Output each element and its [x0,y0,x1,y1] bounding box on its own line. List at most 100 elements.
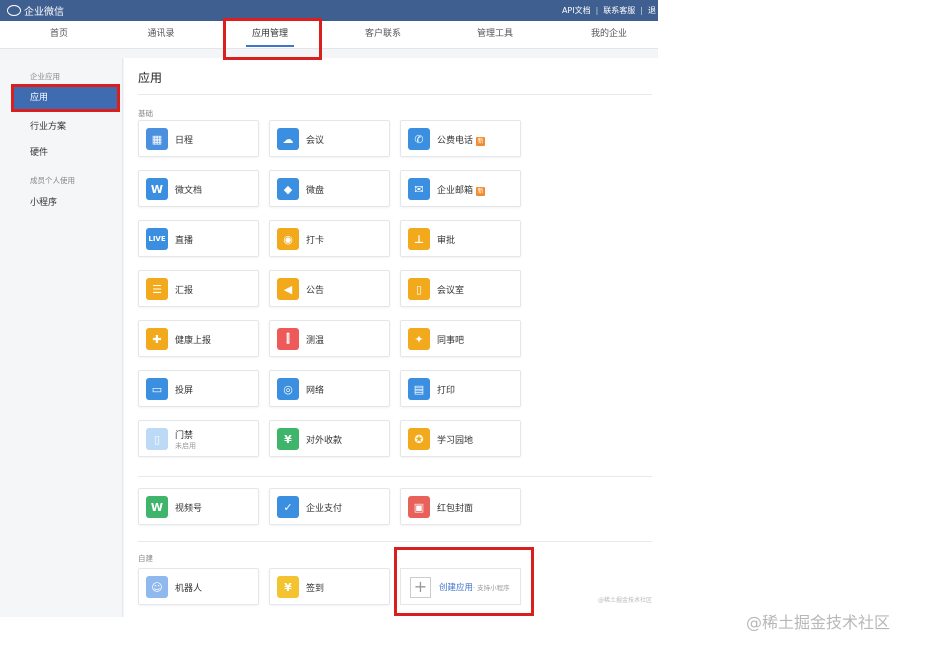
cloud-meeting-icon: ☁ [277,128,299,150]
app-name: 日程 [175,136,194,146]
sidebar-item-label: 应用 [30,93,49,103]
app-card-cast[interactable]: ▭ 投屏 [138,370,259,407]
support-link[interactable]: 联系客服 [603,5,635,16]
create-app-hint: · 支持小程序 [473,584,510,592]
app-card-label: 健康上报 [175,333,211,346]
tab-label: 通讯录 [147,29,175,39]
app-card-w-doc[interactable]: W 微文档 [138,170,259,207]
app-card-video-channel[interactable]: W 视频号 [138,488,259,525]
app-name: 学习园地 [437,436,474,446]
app-card-live[interactable]: LIVE 直播 [138,220,259,257]
app-card-label: 视频号 [175,501,202,514]
wifi-icon: ◎ [277,378,299,400]
tab-my-enterprise[interactable]: 我的企业 [591,21,627,48]
app-card-checkin[interactable]: ¥ 签到 [269,568,390,605]
app-card-label: 学习园地 [437,433,473,446]
sidebar-item-hardware[interactable]: 硬件 [30,145,48,158]
app-name: 机器人 [175,584,203,594]
divider: | [640,6,643,15]
app-card-label: 红包封面 [437,501,473,514]
app-card-label: 日程 [175,133,193,146]
app-card-label: 测温 [306,333,324,346]
app-card-phone[interactable]: ✆ 公费电话新 [400,120,521,157]
tab-label: 应用管理 [251,29,289,39]
app-card-label: 公费电话新 [437,133,486,146]
app-card-label: 投屏 [175,383,193,396]
app-card-label: 网络 [306,383,324,396]
tab-customer-contact[interactable]: 客户联系 [365,21,401,48]
tab-label: 客户联系 [364,29,402,39]
sidebar-group-personal-use: 成员个人使用 [30,176,75,185]
mail-icon: ✉ [408,178,430,200]
app-card-enterprise-pay[interactable]: ✓ 企业支付 [269,488,390,525]
w-doc-icon: W [146,178,168,200]
app-name: 公费电话 [437,136,474,146]
printer-icon: ▤ [408,378,430,400]
app-card-label: 机器人 [175,581,202,594]
app-card-red-packet[interactable]: ▣ 红包封面 [400,488,521,525]
app-name: 对外收款 [306,436,343,446]
app-card-location[interactable]: ◉ 打卡 [269,220,390,257]
study-icon: ✪ [408,428,430,450]
top-links: API文档 | 联系客服 | 退 [562,5,658,16]
logo[interactable]: 企业微信 [7,3,64,18]
app-card-printer[interactable]: ▤ 打印 [400,370,521,407]
app-card-wifi[interactable]: ◎ 网络 [269,370,390,407]
divider [138,541,652,542]
divider [138,94,652,95]
app-name: 会议室 [437,286,465,296]
sidebar-item-apps[interactable]: 应用 [13,87,117,109]
tab-label: 首页 [49,29,69,39]
app-card-study[interactable]: ✪ 学习园地 [400,420,521,457]
app-name: 微盘 [306,186,325,196]
robot-icon: ☺ [146,576,168,598]
stamp-icon: ⊥ [408,228,430,250]
tab-home[interactable]: 首页 [50,21,68,48]
app-card-stamp[interactable]: ⊥ 审批 [400,220,521,257]
sidebar-item-mini-programs[interactable]: 小程序 [30,195,57,208]
app-card-calendar[interactable]: ▦ 日程 [138,120,259,157]
top-bar: 企业微信 API文档 | 联系客服 | 退 [0,0,658,21]
enterprise-pay-icon: ✓ [277,496,299,518]
create-app-label: 创建应用· 支持小程序 [439,581,510,593]
wecom-logo-icon [7,5,21,16]
app-name: 微文档 [175,186,203,196]
app-card-thermometer[interactable]: ⫿ 测温 [269,320,390,357]
sidebar: 企业应用 应用 行业方案 硬件 成员个人使用 小程序 [0,58,123,617]
app-card-mail[interactable]: ✉ 企业邮箱新 [400,170,521,207]
app-name: 会议 [306,136,325,146]
thermometer-icon: ⫿ [277,328,299,350]
api-docs-link[interactable]: API文档 [562,5,591,16]
app-name: 公告 [306,286,325,296]
section-label-basic: 基础 [138,109,153,118]
app-card-cloud-meeting[interactable]: ☁ 会议 [269,120,390,157]
app-name: 企业邮箱 [437,186,474,196]
divider [138,476,652,477]
app-card-payment[interactable]: ¥ 对外收款 [269,420,390,457]
app-card-health[interactable]: ✚ 健康上报 [138,320,259,357]
new-badge: 新 [476,137,486,146]
tab-contacts[interactable]: 通讯录 [147,21,174,48]
main-nav: 首页 通讯录 应用管理 客户联系 管理工具 我的企业 [0,21,658,49]
app-card-access-card[interactable]: ▯ 门禁 未启用 [138,420,259,457]
logout-link[interactable]: 退 [648,5,656,16]
app-card-megaphone[interactable]: ◀ 公告 [269,270,390,307]
new-badge: 新 [476,187,486,196]
app-card-door[interactable]: ▯ 会议室 [400,270,521,307]
tab-app-management[interactable]: 应用管理 [245,21,295,48]
app-card-colleague[interactable]: ✦ 同事吧 [400,320,521,357]
app-name: 签到 [306,584,325,594]
app-card-label: 企业支付 [306,501,342,514]
create-app-button[interactable]: + 创建应用· 支持小程序 [400,568,521,605]
sidebar-item-industry-solutions[interactable]: 行业方案 [30,119,66,132]
app-card-label: 汇报 [175,283,193,296]
inner-watermark: @稀土掘金技术社区 [598,597,653,604]
app-name: 健康上报 [175,336,212,346]
app-card-label: 会议室 [437,283,464,296]
app-card-drive[interactable]: ◆ 微盘 [269,170,390,207]
app-card-report[interactable]: ☰ 汇报 [138,270,259,307]
app-name: 企业支付 [306,504,343,514]
app-card-robot[interactable]: ☺ 机器人 [138,568,259,605]
tab-management-tools[interactable]: 管理工具 [477,21,513,48]
app-name: 打卡 [306,236,325,246]
